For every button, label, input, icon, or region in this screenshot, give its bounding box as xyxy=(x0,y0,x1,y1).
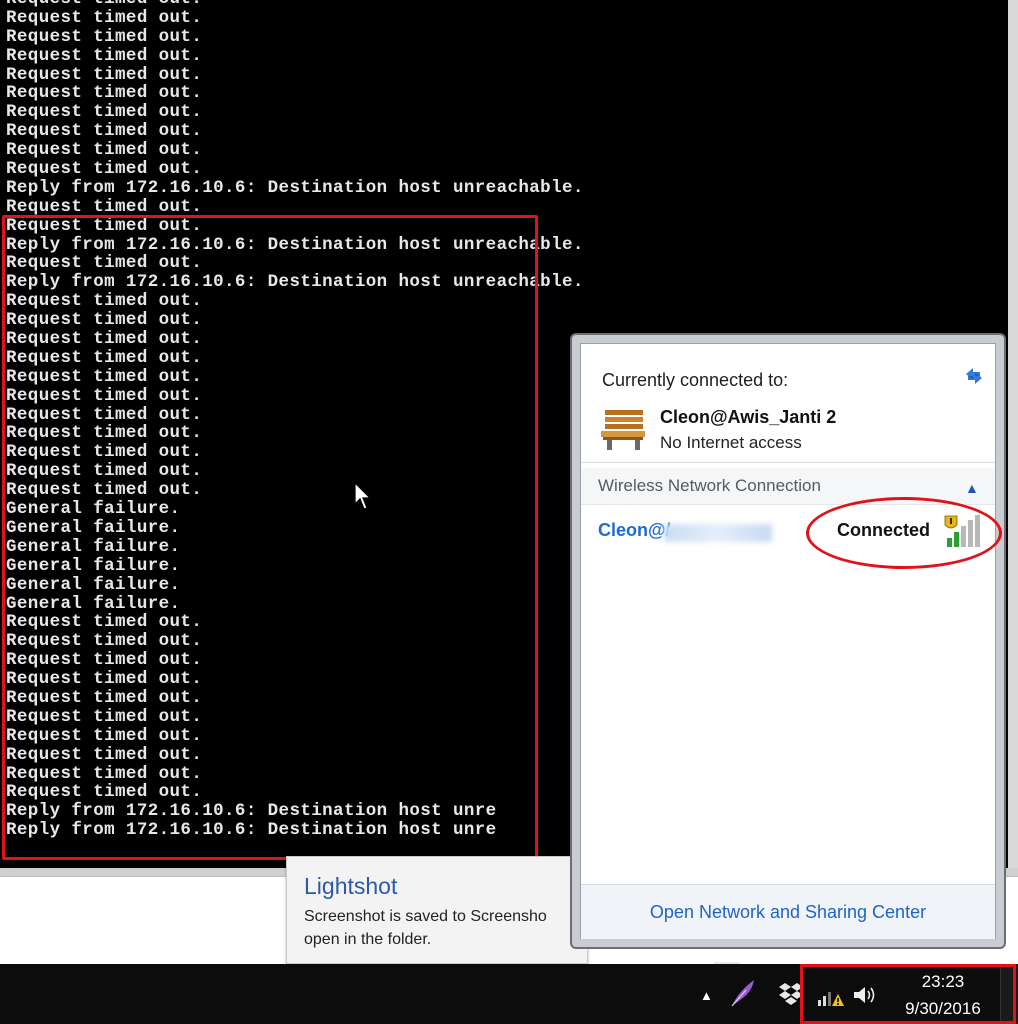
console-line: Request timed out. xyxy=(6,102,203,123)
network-flyout-panel: Currently connected to: Cleon@Awis_Janti… xyxy=(580,343,996,939)
console-line: Reply from 172.16.10.6: Destination host… xyxy=(6,177,584,198)
annotation-tray-box xyxy=(800,964,1016,1024)
annotation-highlight-box xyxy=(2,215,538,860)
show-hidden-icons-arrow[interactable]: ▲ xyxy=(700,988,713,1003)
redacted-network-name xyxy=(664,524,772,542)
network-flyout: Currently connected to: Cleon@Awis_Janti… xyxy=(570,333,1006,949)
annotation-circle xyxy=(806,497,1002,569)
console-line: Request timed out. xyxy=(6,83,203,104)
mouse-pointer-icon xyxy=(354,482,372,510)
connection-name: Cleon@Awis_Janti 2 xyxy=(660,407,837,427)
flyout-footer: Open Network and Sharing Center xyxy=(581,884,995,939)
notification-message: Screenshot is saved to Screensho open in… xyxy=(304,908,547,948)
feather-icon[interactable] xyxy=(728,978,758,1008)
bench-network-icon xyxy=(601,410,645,450)
console-line: Request timed out. xyxy=(6,64,203,85)
console-line: Request timed out. xyxy=(6,45,203,66)
notification-title: Lightshot xyxy=(304,873,398,899)
open-network-sharing-center-link[interactable]: Open Network and Sharing Center xyxy=(581,902,995,923)
console-line: Request timed out. xyxy=(6,196,203,217)
console-scrollbar[interactable] xyxy=(1008,0,1018,868)
refresh-icon[interactable] xyxy=(962,364,986,388)
collapse-chevron-icon[interactable]: ▲ xyxy=(965,480,979,496)
connection-status: No Internet access xyxy=(660,433,802,452)
console-line: Request timed out. xyxy=(6,7,203,28)
console-line: Request timed out. xyxy=(6,121,203,142)
lightshot-notification[interactable]: Lightshot Screenshot is saved to Screens… xyxy=(286,856,588,964)
console-line: Request timed out. xyxy=(6,26,203,47)
console-line: Request timed out. xyxy=(6,140,203,161)
console-line: Request timed out. xyxy=(6,159,203,180)
currently-connected-label: Currently connected to: xyxy=(602,370,789,390)
wifi-network-name[interactable]: Cleon@/ xyxy=(598,520,671,541)
section-divider xyxy=(581,462,995,463)
wireless-section-label: Wireless Network Connection xyxy=(598,476,821,495)
